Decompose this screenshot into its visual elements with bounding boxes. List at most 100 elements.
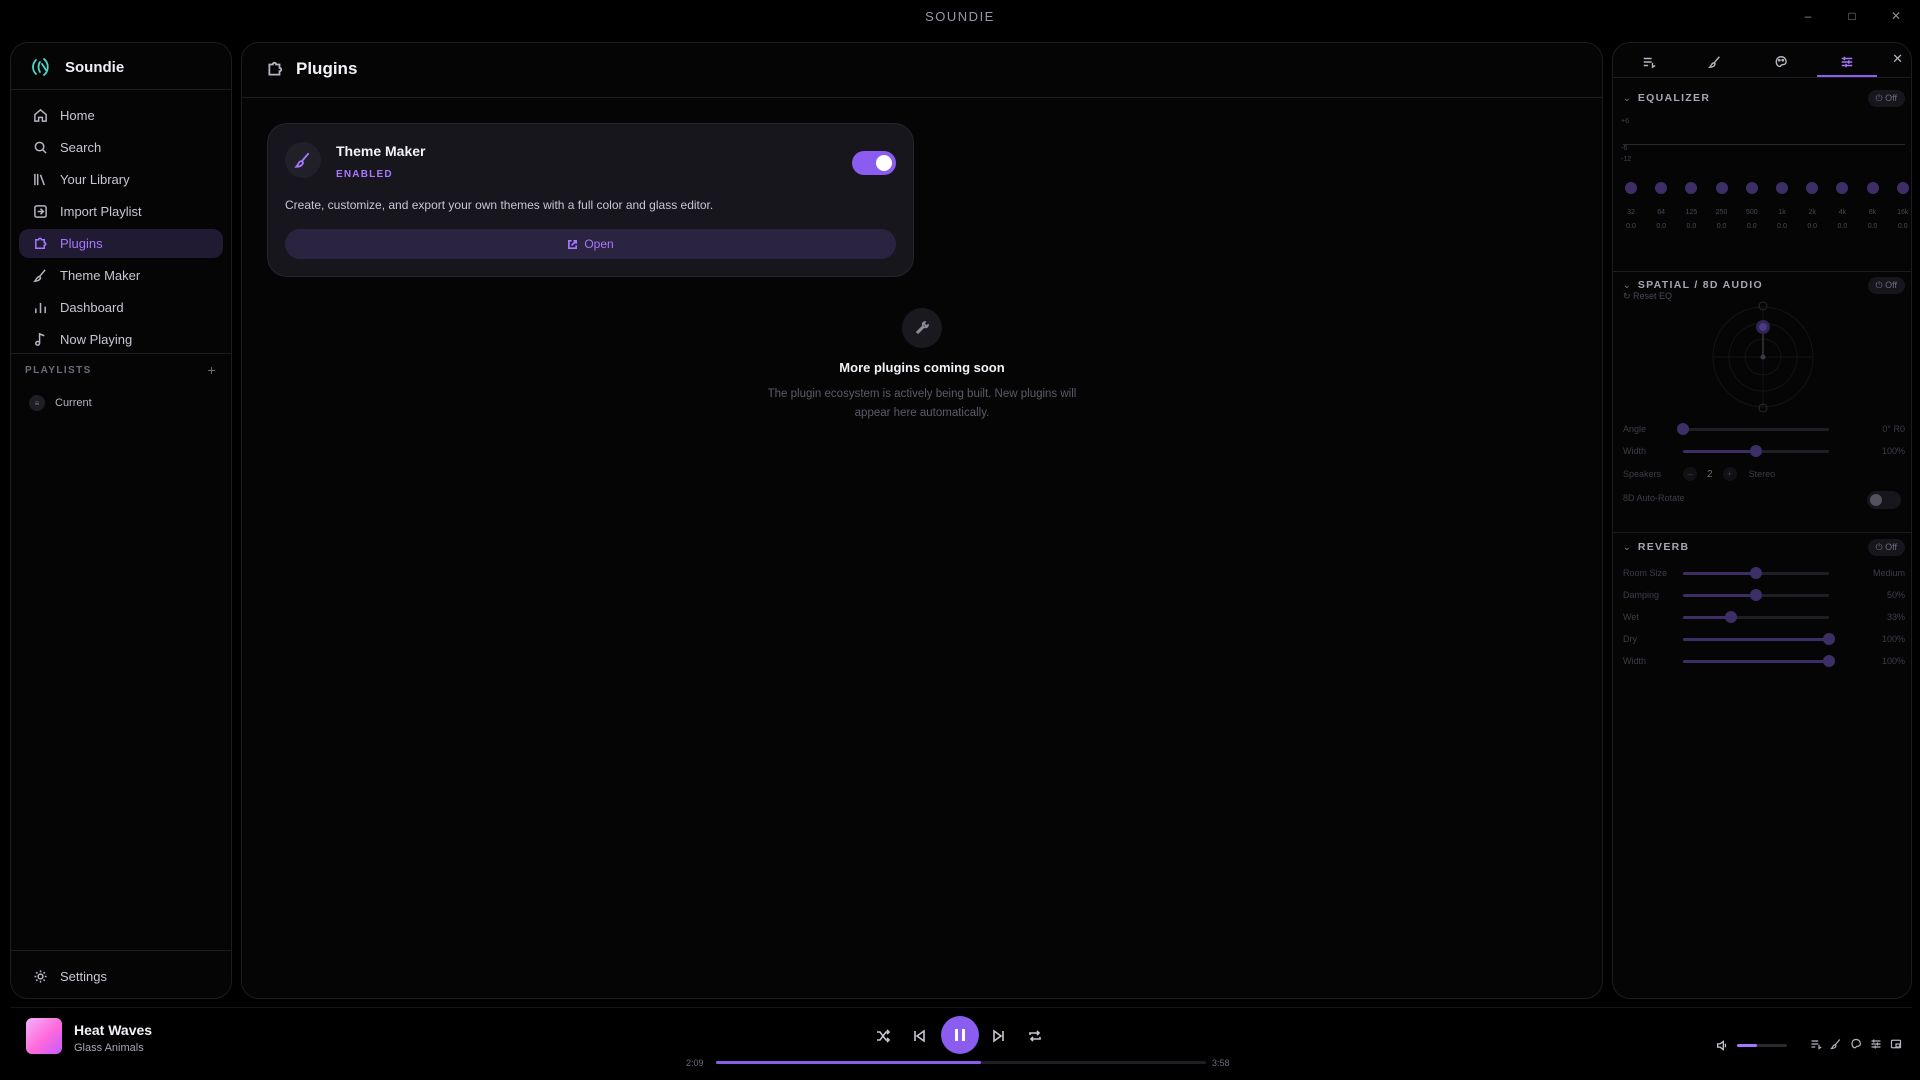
- player-tools: [1810, 1038, 1902, 1050]
- previous-button[interactable]: [906, 1023, 932, 1049]
- plugin-enable-toggle[interactable]: [852, 151, 896, 175]
- eq-band-handle[interactable]: [1836, 182, 1849, 194]
- eq-band-handle[interactable]: [1866, 182, 1879, 194]
- volume-fill: [1737, 1044, 1757, 1047]
- nav-item-now-playing[interactable]: Now Playing: [19, 325, 223, 354]
- next-button[interactable]: [986, 1023, 1012, 1049]
- nav-label: Import Playlist: [60, 204, 142, 219]
- eq-band[interactable]: 4k 0.0: [1829, 182, 1855, 230]
- eq-band-handle[interactable]: [1625, 182, 1637, 194]
- shuffle-button[interactable]: [870, 1023, 896, 1049]
- album-art[interactable]: [26, 1018, 62, 1054]
- eq-band-handle[interactable]: [1685, 182, 1698, 194]
- song-title[interactable]: Heat Waves: [74, 1022, 152, 1038]
- eq-band-handle[interactable]: [1896, 182, 1909, 194]
- nav-item-theme-maker[interactable]: Theme Maker: [19, 261, 223, 290]
- dry-slider[interactable]: [1683, 632, 1835, 645]
- auto-rotate-toggle[interactable]: [1867, 491, 1901, 509]
- brand[interactable]: Soundie: [29, 55, 124, 79]
- close-window-button[interactable]: ✕: [1888, 8, 1904, 24]
- increment-button[interactable]: +: [1722, 467, 1737, 481]
- nav-item-search[interactable]: Search: [19, 133, 223, 162]
- eq-band[interactable]: 64 0.0: [1648, 182, 1674, 230]
- eq-band[interactable]: 32 0.0: [1618, 182, 1644, 230]
- eq-band[interactable]: 1k 0.0: [1769, 182, 1795, 230]
- reverb-power-button[interactable]: ⏻ Off: [1867, 538, 1905, 556]
- decrement-button[interactable]: –: [1683, 467, 1697, 481]
- volume-control: [1716, 1039, 1787, 1052]
- eq-band[interactable]: 16k 0.0: [1890, 182, 1916, 230]
- tab-palette[interactable]: [1751, 49, 1811, 75]
- page-header: Plugins: [266, 59, 357, 79]
- eq-band-handle[interactable]: [1655, 182, 1668, 194]
- spatial-power-button[interactable]: ⏻ Off: [1867, 276, 1905, 294]
- repeat-icon: [1029, 1030, 1041, 1042]
- equalizer-power-button[interactable]: ⏻ Off: [1867, 89, 1905, 107]
- divider: [11, 950, 231, 951]
- eq-band[interactable]: 2k 0.0: [1799, 182, 1825, 230]
- search-icon: [34, 141, 47, 154]
- sliders-icon[interactable]: [1870, 1038, 1882, 1050]
- nav-item-library[interactable]: Your Library: [19, 165, 223, 194]
- speaker-position-pad[interactable]: [1707, 301, 1819, 413]
- eq-band-handle[interactable]: [1776, 182, 1788, 194]
- spatial-header[interactable]: ⌄ SPATIAL / 8D AUDIO ⏻ Off: [1623, 275, 1905, 295]
- audio-effects-panel: ✕ ⌄ EQUALIZER ⏻ Off +6 -6 -12 32 0.0 64 0.0 1…: [1612, 42, 1912, 999]
- nav-label: Theme Maker: [60, 268, 141, 283]
- divider: [1613, 77, 1911, 78]
- spatial-width-slider[interactable]: [1683, 444, 1829, 457]
- brush-icon[interactable]: [1830, 1038, 1842, 1050]
- play-pause-button[interactable]: [941, 1016, 979, 1054]
- mini-player-icon[interactable]: [1890, 1038, 1902, 1050]
- puzzle-icon: [268, 61, 283, 76]
- tab-equalizer[interactable]: [1817, 49, 1877, 77]
- angle-slider[interactable]: [1677, 422, 1829, 435]
- queue-icon: [1643, 57, 1656, 69]
- eq-band[interactable]: 8k 0.0: [1860, 182, 1886, 230]
- repeat-button[interactable]: [1022, 1023, 1048, 1049]
- nav-item-home[interactable]: Home: [19, 101, 223, 130]
- room-size-slider[interactable]: [1683, 566, 1829, 579]
- eq-band[interactable]: 500 0.0: [1739, 182, 1765, 230]
- minimize-button[interactable]: –: [1800, 8, 1816, 24]
- artist-name[interactable]: Glass Animals: [74, 1042, 144, 1054]
- palette-icon[interactable]: [1850, 1038, 1862, 1050]
- nav-item-plugins[interactable]: Plugins: [19, 229, 223, 258]
- nav-item-dashboard[interactable]: Dashboard: [19, 293, 223, 322]
- volume-slider[interactable]: [1737, 1044, 1787, 1047]
- puzzle-icon: [35, 237, 47, 249]
- import-icon: [34, 205, 47, 218]
- eq-band[interactable]: 125 0.0: [1678, 182, 1704, 230]
- open-plugin-button[interactable]: Open: [285, 229, 896, 259]
- panel-tabs: ✕: [1613, 43, 1911, 77]
- nav-item-import-playlist[interactable]: Import Playlist: [19, 197, 223, 226]
- maximize-button[interactable]: □: [1844, 8, 1860, 24]
- wet-slider[interactable]: [1683, 610, 1829, 623]
- tab-theme[interactable]: [1685, 49, 1745, 75]
- slider-value: 100%: [1881, 656, 1905, 666]
- reverb-width-slider[interactable]: [1683, 654, 1835, 667]
- eq-band-handle[interactable]: [1715, 182, 1728, 194]
- reverb-slider-row: Width 100%: [1623, 653, 1905, 669]
- close-panel-button[interactable]: ✕: [1892, 51, 1903, 67]
- playlist-item-current[interactable]: ≡ Current: [29, 395, 92, 411]
- toggle-knob: [1870, 494, 1882, 506]
- queue-icon[interactable]: [1810, 1038, 1822, 1050]
- seek-bar[interactable]: [716, 1061, 1206, 1064]
- tab-queue[interactable]: [1619, 49, 1679, 75]
- settings-label: Settings: [60, 969, 107, 984]
- damping-slider[interactable]: [1683, 588, 1829, 601]
- eq-band-handle[interactable]: [1745, 182, 1758, 194]
- settings-button[interactable]: Settings: [33, 969, 107, 984]
- add-playlist-button[interactable]: +: [207, 363, 217, 377]
- volume-icon[interactable]: [1716, 1039, 1729, 1052]
- reverb-header[interactable]: ⌄ REVERB ⏻ Off: [1623, 537, 1905, 557]
- elapsed-time: 2:09: [686, 1058, 704, 1068]
- speakers-value: 2: [1707, 468, 1713, 480]
- equalizer-header[interactable]: ⌄ EQUALIZER ⏻ Off: [1623, 88, 1905, 108]
- main-content: Plugins Theme Maker ENABLED Create, cust…: [241, 42, 1603, 999]
- eq-band[interactable]: 250 0.0: [1709, 182, 1735, 230]
- slider-value: Medium: [1872, 568, 1905, 578]
- eq-band-handle[interactable]: [1806, 182, 1819, 194]
- slider-label: Room Size: [1623, 568, 1668, 578]
